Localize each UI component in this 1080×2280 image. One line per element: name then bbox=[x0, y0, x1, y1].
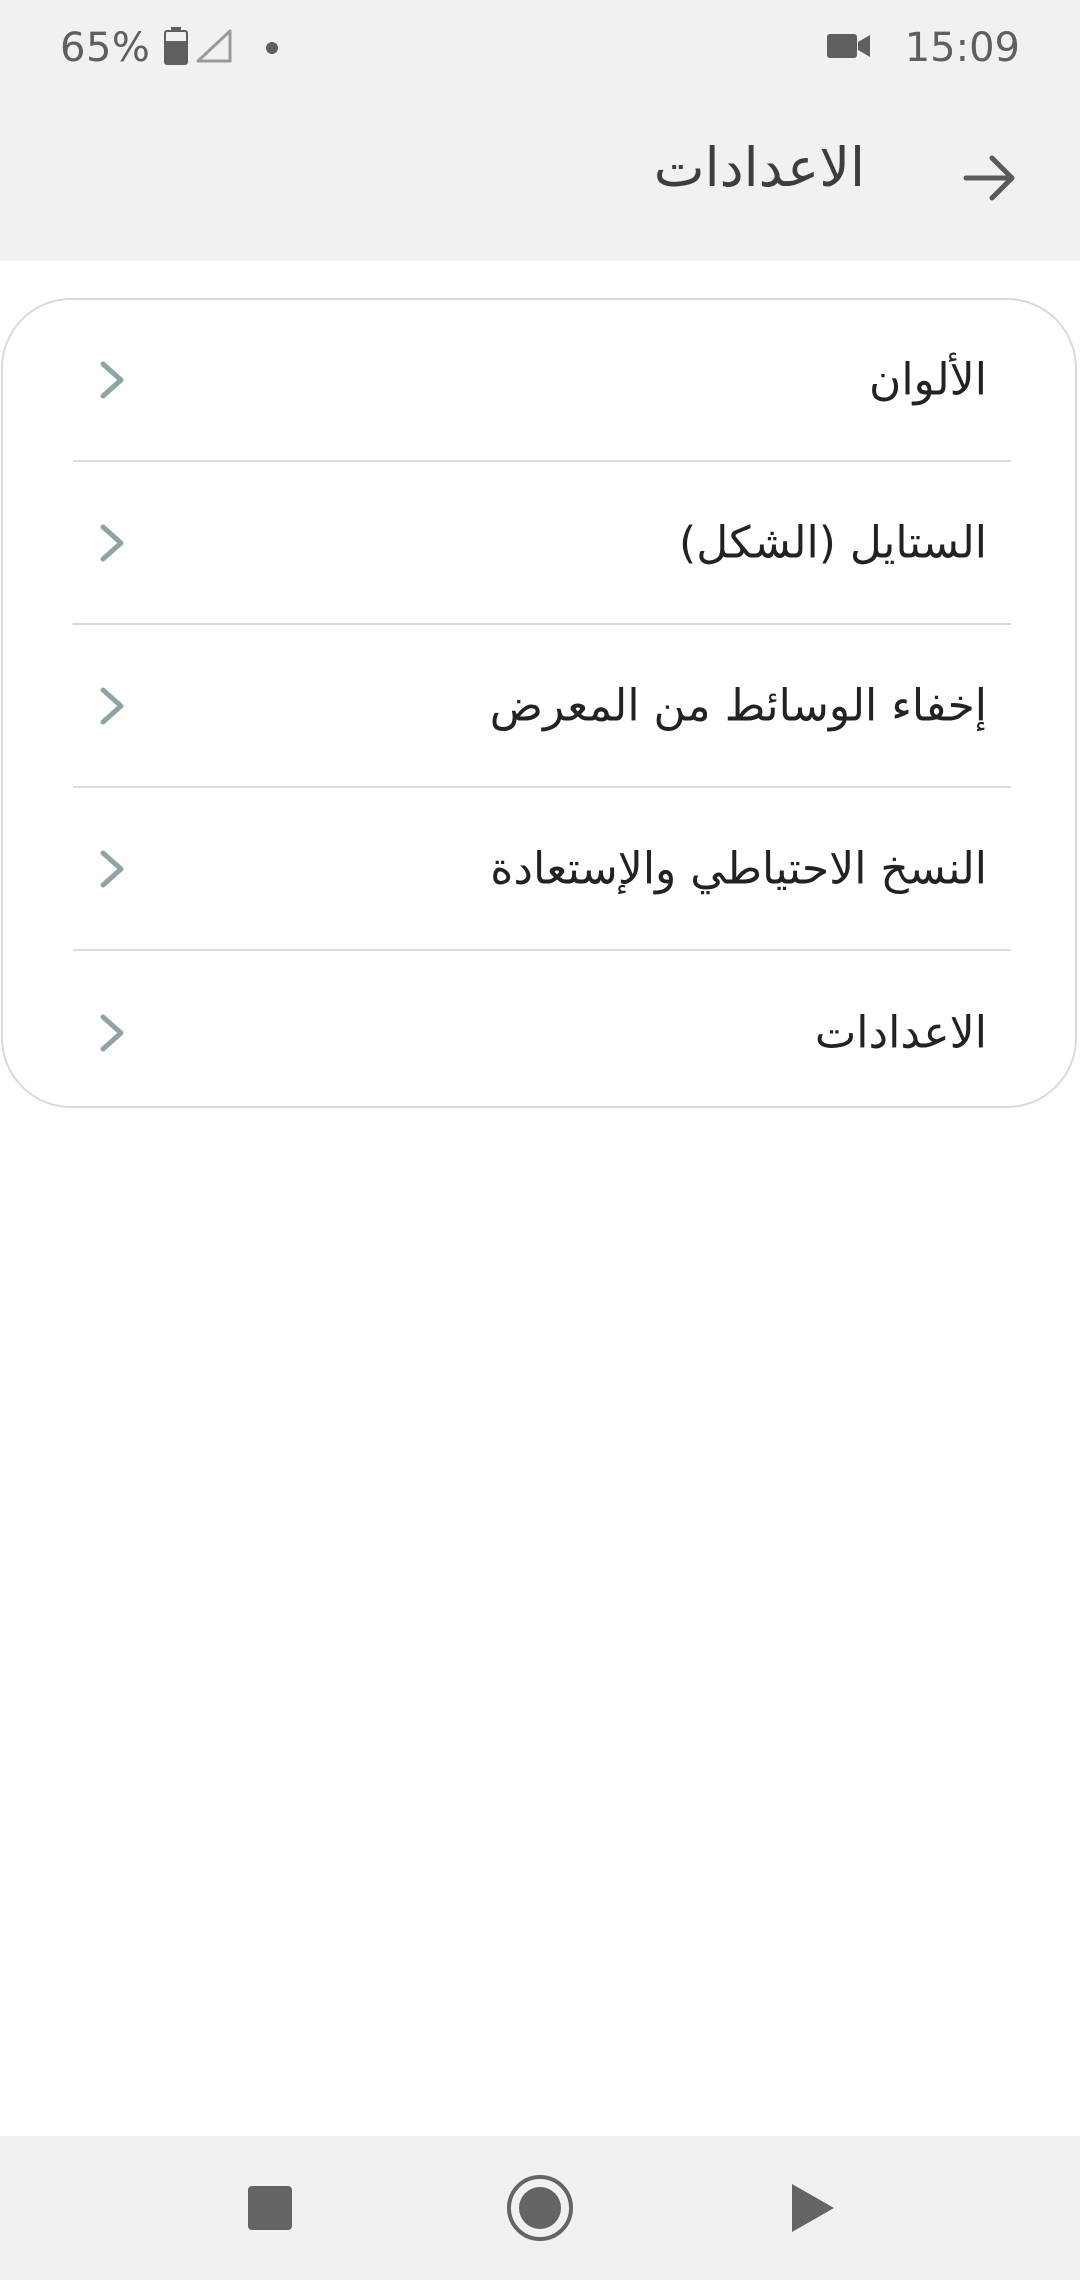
chevron-left-icon bbox=[100, 1014, 124, 1052]
clock: 15:09 bbox=[904, 25, 1020, 71]
arrow-right-icon bbox=[963, 155, 1015, 201]
menu-item-label: الستايل (الشكل) bbox=[679, 517, 987, 569]
menu-item-colors[interactable]: الألوان bbox=[73, 300, 1011, 462]
back-button[interactable] bbox=[950, 138, 1030, 218]
menu-item-backup-restore[interactable]: النسخ الاحتياطي والإستعادة bbox=[73, 789, 1011, 951]
menu-item-label: الألوان bbox=[869, 354, 987, 406]
battery-icon bbox=[164, 27, 189, 69]
menu-item-style[interactable]: الستايل (الشكل) bbox=[73, 463, 1011, 625]
notification-dot-icon bbox=[266, 42, 279, 54]
status-left: 65% bbox=[60, 22, 279, 74]
recents-square-icon bbox=[248, 2186, 292, 2230]
status-right: 15:09 bbox=[826, 22, 1020, 74]
chevron-left-icon bbox=[100, 687, 124, 725]
home-circle-icon bbox=[507, 2175, 573, 2241]
video-camera-icon bbox=[826, 32, 871, 64]
navigation-bar bbox=[0, 2136, 1080, 2280]
chevron-left-icon bbox=[100, 361, 124, 399]
back-triangle-icon bbox=[792, 2184, 834, 2232]
menu-item-label: النسخ الاحتياطي والإستعادة bbox=[490, 843, 987, 895]
battery-percentage: 65% bbox=[60, 25, 151, 71]
menu-item-settings[interactable]: الاعدادات bbox=[73, 952, 1011, 1114]
signal-icon bbox=[196, 29, 232, 67]
status-bar: 65% 15:09 bbox=[0, 0, 1080, 96]
app-bar: الاعدادات bbox=[0, 96, 1080, 261]
chevron-left-icon bbox=[100, 524, 124, 562]
menu-item-hide-media[interactable]: إخفاء الوسائط من المعرض bbox=[73, 626, 1011, 788]
recents-button[interactable] bbox=[228, 2166, 312, 2250]
menu-item-label: الاعدادات bbox=[814, 1007, 987, 1059]
menu-item-label: إخفاء الوسائط من المعرض bbox=[489, 680, 987, 732]
page-title: الاعدادات bbox=[653, 136, 865, 199]
back-nav-button[interactable] bbox=[770, 2166, 854, 2250]
chevron-left-icon bbox=[100, 850, 124, 888]
home-button[interactable] bbox=[498, 2166, 582, 2250]
settings-card: الألوان الستايل (الشكل) إخفاء الوسائط من… bbox=[1, 298, 1077, 1108]
